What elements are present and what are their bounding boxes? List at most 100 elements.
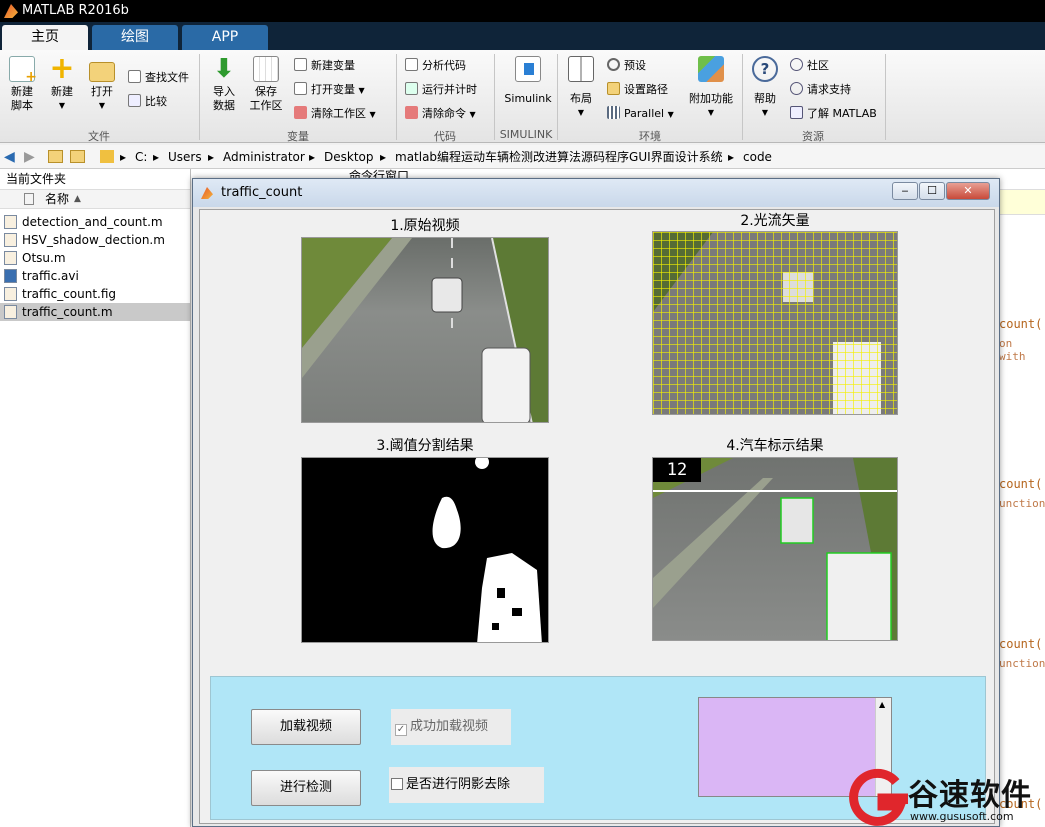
open-variable-icon: [294, 82, 307, 95]
axes-title-car-detection: 4.汽车标示结果: [726, 438, 824, 454]
current-folder-title: 当前文件夹: [6, 172, 67, 186]
car-detection-frame: 12: [652, 457, 898, 641]
figure-title: traffic_count: [221, 185, 303, 200]
file-header-icon: [24, 193, 34, 205]
community-button[interactable]: 社区: [790, 58, 829, 74]
checkbox-checked-icon: ✓: [395, 724, 407, 736]
layout-icon: [568, 56, 594, 82]
run-detection-button[interactable]: 进行检测: [251, 770, 361, 806]
analyze-code-icon: [405, 58, 418, 71]
tab-apps[interactable]: APP: [182, 25, 268, 50]
breadcrumb-sep: ▸: [120, 150, 127, 164]
file-name: Otsu.m: [22, 251, 66, 265]
find-files-button[interactable]: 查找文件: [128, 70, 189, 86]
layout-button[interactable]: 布局 ▼: [563, 56, 599, 120]
clear-workspace-button[interactable]: 清除工作区 ▼: [294, 106, 376, 122]
minimize-button[interactable]: ‒: [892, 182, 918, 200]
original-video-frame: [301, 237, 549, 423]
set-path-label: 设置路径: [624, 83, 668, 96]
browse-folder-icon[interactable]: [70, 150, 85, 163]
m-file-icon: [4, 215, 17, 229]
file-item[interactable]: Otsu.m: [4, 249, 66, 267]
load-video-button[interactable]: 加载视频: [251, 709, 361, 745]
axes-title-threshold: 3.阈值分割结果: [376, 438, 474, 454]
addons-cubes-icon: [698, 56, 724, 82]
breadcrumb-item[interactable]: C:: [135, 145, 147, 169]
new-script-label: 新建 脚本: [11, 85, 33, 112]
close-button[interactable]: ✕: [946, 182, 990, 200]
support-icon: [790, 82, 803, 95]
community-label: 社区: [807, 59, 829, 72]
import-data-button[interactable]: ⬇ 导入 数据: [206, 56, 242, 113]
help-button[interactable]: ? 帮助 ▼: [748, 56, 782, 120]
folder-open-icon: [89, 62, 115, 82]
vehicle-count-box: 12: [653, 458, 701, 482]
watermark-url: www.gususoft.com: [910, 810, 1014, 823]
file-name: traffic_count.m: [22, 305, 113, 319]
maximize-button[interactable]: ☐: [919, 182, 945, 200]
back-arrow-icon[interactable]: ◀: [4, 145, 15, 169]
file-item[interactable]: traffic_count.m: [4, 303, 113, 321]
code-snippet: count(: [999, 317, 1043, 331]
forward-arrow-icon[interactable]: ▶: [24, 145, 35, 169]
matlab-logo-icon: [4, 4, 18, 18]
request-support-label: 请求支持: [807, 83, 851, 96]
preferences-button[interactable]: 预设: [607, 58, 646, 74]
ribbon-separator: [885, 54, 886, 140]
optical-flow-frame: [652, 231, 898, 415]
analyze-code-label: 分析代码: [422, 59, 466, 72]
figure-titlebar[interactable]: traffic_count ‒ ☐ ✕: [193, 179, 999, 207]
file-item[interactable]: detection_and_count.m: [4, 213, 163, 231]
simulink-label: Simulink: [504, 92, 552, 105]
current-folder-panel: 当前文件夹 名称 ▲ detection_and_count.m HSV_sha…: [0, 169, 191, 827]
new-variable-button[interactable]: 新建变量: [294, 58, 355, 74]
new-label: 新建: [51, 85, 73, 98]
help-dropdown-icon: ▼: [761, 108, 769, 117]
new-button[interactable]: + 新建 ▼: [44, 51, 80, 113]
save-workspace-button[interactable]: 保存 工作区: [246, 56, 286, 113]
open-variable-button[interactable]: 打开变量 ▼: [294, 82, 365, 98]
clear-workspace-icon: [294, 106, 307, 119]
breadcrumb-item[interactable]: matlab编程运动车辆检测改进算法源码程序GUI界面设计系统: [395, 145, 723, 169]
file-item[interactable]: traffic.avi: [4, 267, 79, 285]
tab-home[interactable]: 主页: [2, 25, 88, 50]
compare-label: 比较: [145, 95, 167, 108]
simulink-button[interactable]: Simulink: [500, 56, 556, 106]
checkbox-unchecked-icon[interactable]: [391, 778, 403, 790]
help-label: 帮助: [754, 92, 776, 105]
column-header-name[interactable]: 名称 ▲: [0, 189, 190, 209]
learn-matlab-button[interactable]: 了解 MATLAB: [790, 106, 877, 122]
new-plus-icon: +: [49, 51, 75, 86]
tab-plots[interactable]: 绘图: [92, 25, 178, 50]
scroll-up-icon[interactable]: ▲: [879, 700, 885, 709]
compare-button[interactable]: 比较: [128, 94, 167, 110]
open-button[interactable]: 打开 ▼: [84, 56, 120, 113]
code-snippet: on with: [999, 337, 1026, 363]
code-snippet: count(: [999, 637, 1043, 651]
file-item[interactable]: traffic_count.fig: [4, 285, 116, 303]
clear-commands-button[interactable]: 清除命令 ▼: [405, 106, 476, 122]
addons-button[interactable]: 附加功能 ▼: [686, 56, 736, 120]
breadcrumb-item[interactable]: Users: [168, 145, 202, 169]
preferences-label: 预设: [624, 59, 646, 72]
breadcrumb-item[interactable]: code: [743, 145, 772, 169]
up-folder-icon[interactable]: [48, 150, 63, 163]
breadcrumb-item[interactable]: Desktop: [324, 145, 374, 169]
clear-commands-icon: [405, 106, 418, 119]
parallel-button[interactable]: Parallel ▼: [607, 106, 674, 122]
root-folder-icon[interactable]: [100, 150, 114, 163]
shadow-removal-checkbox[interactable]: 是否进行阴影去除: [389, 767, 544, 803]
analyze-code-button[interactable]: 分析代码: [405, 58, 466, 74]
set-path-button[interactable]: 设置路径: [607, 82, 668, 98]
file-name: traffic.avi: [22, 269, 79, 283]
file-item[interactable]: HSV_shadow_dection.m: [4, 231, 165, 249]
new-script-button[interactable]: + 新建 脚本: [4, 56, 40, 113]
breadcrumb-item[interactable]: Administrator: [223, 145, 305, 169]
figure-logo-icon: [201, 187, 213, 199]
m-file-icon: [4, 233, 17, 247]
run-and-time-button[interactable]: 运行并计时: [405, 82, 477, 98]
gear-icon: [607, 58, 620, 71]
breadcrumb-sep: ▸: [208, 150, 215, 164]
ribbon-tab-bar: 主页 绘图 APP: [0, 22, 1045, 50]
request-support-button[interactable]: 请求支持: [790, 82, 851, 98]
